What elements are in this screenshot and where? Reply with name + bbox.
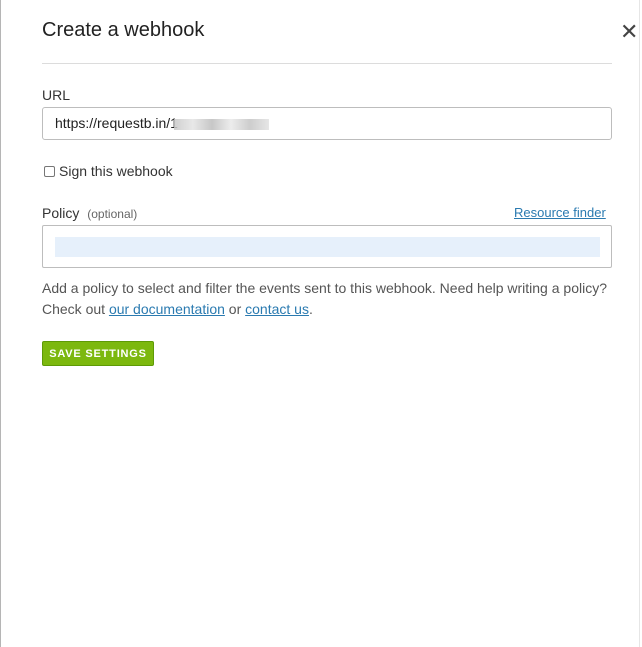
sign-webhook-label[interactable]: Sign this webhook <box>59 163 173 179</box>
help-text-3: . <box>308 301 313 317</box>
help-text-2: or <box>224 301 246 317</box>
url-input[interactable] <box>55 108 595 139</box>
resource-finder-link[interactable]: Resource finder <box>514 205 606 220</box>
url-label: URL <box>42 87 71 103</box>
sign-webhook-row[interactable]: Sign this webhook <box>44 162 173 180</box>
documentation-link[interactable]: our documentation <box>109 301 225 317</box>
policy-label: Policy <box>42 205 80 221</box>
policy-optional-label: (optional) <box>87 207 138 221</box>
redacted-url-part <box>174 119 269 130</box>
sign-webhook-checkbox[interactable] <box>44 165 55 177</box>
policy-label-row: Policy (optional) <box>42 205 137 221</box>
policy-help-text: Add a policy to select and filter the ev… <box>42 278 617 320</box>
close-icon[interactable]: ✕ <box>620 20 640 44</box>
url-field[interactable] <box>42 107 612 140</box>
save-settings-button[interactable]: SAVE SETTINGS <box>42 341 154 366</box>
webhook-dialog: Create a webhook ✕ URL Sign this webhook… <box>0 0 640 647</box>
header-divider <box>42 63 612 64</box>
dialog-title: Create a webhook <box>42 19 205 41</box>
contact-us-link[interactable]: contact us <box>245 301 309 317</box>
policy-editor-box[interactable] <box>42 225 612 268</box>
policy-editor[interactable] <box>55 237 600 257</box>
